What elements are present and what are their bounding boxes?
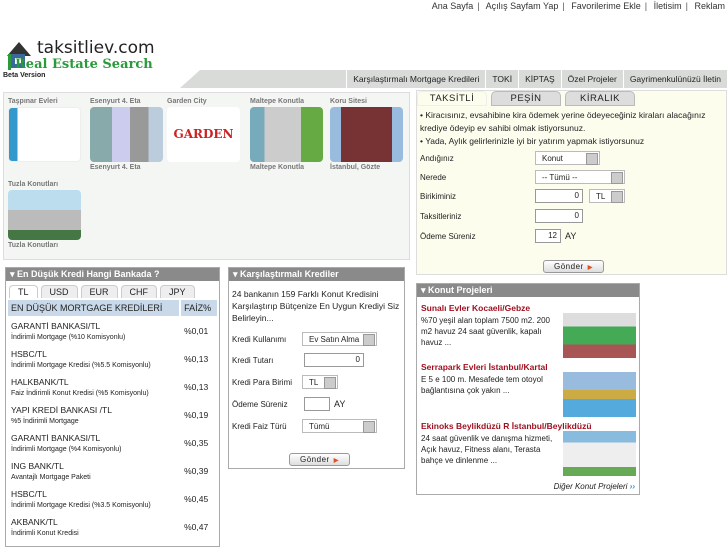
link-ads[interactable]: Reklam <box>694 1 725 11</box>
rate-value: %0,35 <box>184 438 209 448</box>
more-projects-link[interactable]: Diğer Konut Projeleri ›› <box>554 482 635 491</box>
tab-tl[interactable]: TL <box>9 285 38 298</box>
rate-row[interactable]: ING BANK/TL Avantajlı Mortgage Paketi %0,3… <box>8 458 217 484</box>
loan-amount-input[interactable]: 0 <box>304 353 364 367</box>
rate-value: %0,45 <box>184 494 209 504</box>
featured-projects: Taşpınar Evleri Esenyurt 4. Eta Esenyurt … <box>3 92 410 260</box>
housing-projects-panel: ▾ Konut Projeleri Sunalı Evler Kocaeli/G… <box>416 283 640 495</box>
rate-value: %0,01 <box>184 326 209 336</box>
arrow-right-icon: ▶ <box>587 265 593 271</box>
tab-chf[interactable]: CHF <box>120 285 158 298</box>
bank-name: ING BANK/TL <box>11 461 64 471</box>
rate-value: %0,47 <box>184 522 209 532</box>
project-image: GARDEN <box>167 107 240 162</box>
bank-name: AKBANK/TL <box>11 517 58 527</box>
link-favorites[interactable]: Favorilerime Ekle <box>571 1 641 11</box>
rate-row[interactable]: HSBC/TL İndirimli Mortgage Kredisi (%5.5 … <box>8 346 217 372</box>
nav-toki[interactable]: TOKİ <box>485 70 518 88</box>
rate-row[interactable]: HSBC/TL İndirimli Mortgage Kredisi (%3.5 … <box>8 486 217 512</box>
nav-mortgage[interactable]: Karşılaştırmalı Mortgage Kredileri <box>346 70 485 88</box>
project-card[interactable]: Esenyurt 4. Eta Esenyurt 4. Eta <box>90 98 164 171</box>
main-nav: Karşılaştırmalı Mortgage Kredileri TOKİ … <box>346 70 727 88</box>
loan-term-input[interactable] <box>304 397 330 411</box>
savings-currency-select[interactable]: TL <box>589 189 625 203</box>
nav-submit-property[interactable]: Gayrimenkulünüzü İletin <box>622 70 727 88</box>
rate-value: %0,39 <box>184 466 209 476</box>
loan-currency-select[interactable]: TL <box>302 375 338 389</box>
panel-header: ▾ En Düşük Kredi Hangi Bankada ? <box>6 268 219 281</box>
tab-usd[interactable]: USD <box>40 285 78 298</box>
beta-label: Beta Version <box>3 72 46 79</box>
tab-rental[interactable]: KİRALIK <box>565 91 635 106</box>
tab-jpy[interactable]: JPY <box>160 285 195 298</box>
rate-value: %0,13 <box>184 382 209 392</box>
project-card[interactable]: Garden City GARDEN <box>167 98 241 164</box>
project-card[interactable]: Koru Sitesi İstanbul, Gözte <box>330 98 404 171</box>
term-input[interactable]: 12 <box>535 229 561 243</box>
bank-name: GARANTİ BANKASI/TL <box>11 321 101 331</box>
tab-installment[interactable]: TAKSİTLİ <box>417 91 487 106</box>
property-type-select[interactable]: Konut <box>535 151 600 165</box>
product-name: İndirimli Mortgage Kredisi (%5.5 Komisyo… <box>11 362 151 369</box>
bank-name: HSBC/TL <box>11 349 47 359</box>
product-name: Avantajlı Mortgage Paketi <box>11 474 91 481</box>
rate-type-select[interactable]: Tümü <box>302 419 377 433</box>
product-name: İndirimli Mortgage Kredisi (%3.5 Komisyo… <box>11 502 151 509</box>
compare-loans-panel: ▾ Karşılaştırmalı Krediler 24 bankanın 1… <box>228 267 405 469</box>
product-name: İndirimli Mortgage (%4 Komisyonlu) <box>11 446 122 453</box>
search-panel: TAKSİTLİ PEŞİN KİRALIK • Kiracısınız, ev… <box>416 90 727 275</box>
lowest-rates-panel: ▾ En Düşük Kredi Hangi Bankada ? TL USD … <box>5 267 220 547</box>
tab-eur[interactable]: EUR <box>80 285 118 298</box>
rates-table: EN DÜŞÜK MORTGAGE KREDİLERİ FAİZ% GARANTİ … <box>6 298 219 542</box>
project-image <box>250 107 323 162</box>
product-name: Faiz İndirimli Konut Kredisi (%5 Komisyo… <box>11 390 149 397</box>
project-image[interactable] <box>563 313 636 358</box>
savings-input[interactable]: 0 <box>535 189 583 203</box>
rate-row[interactable]: AKBANK/TL İndirimli Konut Kredisi %0,47 <box>8 514 217 540</box>
project-card[interactable]: Maltepe Konutla Maltepe Konutla <box>250 98 324 171</box>
project-item[interactable]: Ekinoks Beylikdüzü R İstanbul/Beylikdüzü… <box>421 421 636 476</box>
rate-row[interactable]: GARANTİ BANKASI/TL İndirimli Mortgage (%1… <box>8 318 217 344</box>
compare-submit-button[interactable]: Gönder ▶ <box>289 453 350 466</box>
rate-value: %0,13 <box>184 354 209 364</box>
double-chevron-icon: ›› <box>629 482 635 491</box>
project-image[interactable] <box>563 372 636 417</box>
search-submit-button[interactable]: Gönder ▶ <box>543 260 604 273</box>
project-item[interactable]: Serrapark Evleri İstanbul/Kartal E 5 e 10… <box>421 362 636 417</box>
panel-header: ▾ Konut Projeleri <box>417 284 639 297</box>
rate-row[interactable]: GARANTİ BANKASI/TL İndirimli Mortgage (%4… <box>8 430 217 456</box>
product-name: İndirimli Mortgage (%10 Komisyonlu) <box>11 334 126 341</box>
nav-kiptas[interactable]: KİPTAŞ <box>518 70 561 88</box>
arrow-right-icon: ▶ <box>333 458 339 464</box>
top-links: Ana Sayfa | Açılış Sayfam Yap | Favorileri… <box>431 1 725 11</box>
loan-usage-select[interactable]: Ev Satın Alma <box>302 332 377 346</box>
rate-row[interactable]: HALKBANK/TL Faiz İndirimli Konut Kredisi … <box>8 374 217 400</box>
installment-input[interactable]: 0 <box>535 209 583 223</box>
nav-private[interactable]: Özel Projeler <box>560 70 623 88</box>
project-image <box>330 107 403 162</box>
project-image <box>8 107 81 162</box>
rate-row[interactable]: YAPI KREDİ BANKASI /TL %5 İndirimli Mortg… <box>8 402 217 428</box>
bank-name: GARANTİ BANKASI/TL <box>11 433 101 443</box>
project-image[interactable] <box>563 431 636 476</box>
panel-header: ▾ Karşılaştırmalı Krediler <box>229 268 404 281</box>
logo[interactable]: taksitliev.com Real Estate Search <box>5 38 155 72</box>
product-name: %5 İndirimli Mortgage <box>11 418 79 425</box>
bank-name: HSBC/TL <box>11 489 47 499</box>
project-card[interactable]: Tuzla Konutları Tuzla Konutları <box>8 181 82 249</box>
project-card[interactable]: Taşpınar Evleri <box>8 98 82 164</box>
link-contact[interactable]: İletisim <box>654 1 682 11</box>
rate-value: %0,19 <box>184 410 209 420</box>
product-name: İndirimli Konut Kredisi <box>11 530 79 537</box>
project-image <box>90 107 163 162</box>
bank-name: YAPI KREDİ BANKASI /TL <box>11 405 112 415</box>
project-item[interactable]: Sunalı Evler Kocaeli/Gebze %70 yeşil alan… <box>421 303 636 358</box>
link-homepage[interactable]: Açılış Sayfam Yap <box>486 1 559 11</box>
link-home[interactable]: Ana Sayfa <box>432 1 474 11</box>
bank-name: HALKBANK/TL <box>11 377 69 387</box>
tab-cash[interactable]: PEŞİN <box>491 91 561 106</box>
location-select[interactable]: -- Tümü -- <box>535 170 625 184</box>
project-image <box>8 190 81 240</box>
